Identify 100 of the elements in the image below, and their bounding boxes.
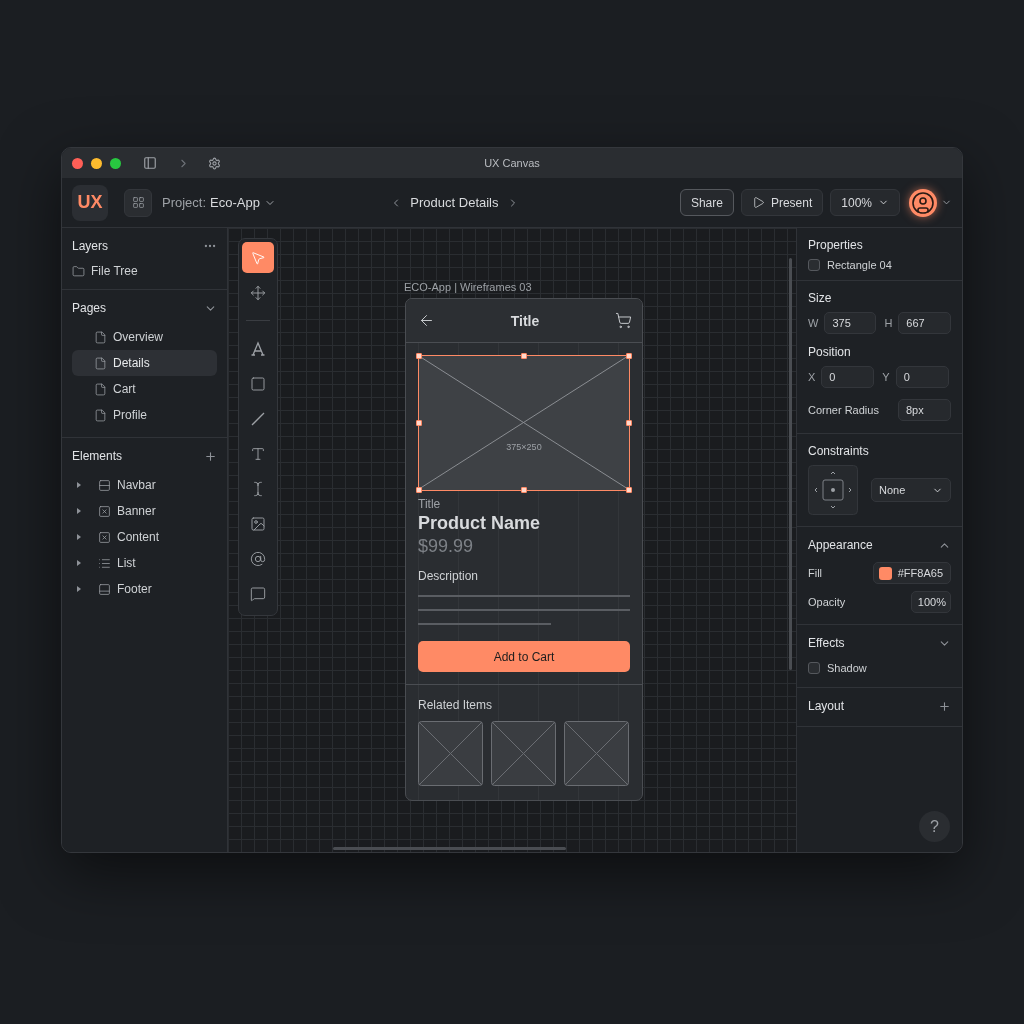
grid-icon bbox=[131, 196, 145, 209]
logo: UX bbox=[72, 184, 108, 221]
resize-handle[interactable] bbox=[416, 420, 422, 426]
tool-button[interactable] bbox=[242, 242, 274, 273]
page-item[interactable]: Details bbox=[72, 350, 217, 376]
resize-handle[interactable] bbox=[626, 353, 632, 359]
scrollbar[interactable] bbox=[333, 847, 566, 850]
checkbox-label: Shadow bbox=[827, 662, 867, 674]
project-menu[interactable]: Project: Eco-App bbox=[162, 195, 276, 210]
section-title: Size bbox=[808, 291, 833, 305]
add-button[interactable] bbox=[204, 449, 217, 463]
user-icon bbox=[911, 190, 935, 215]
frame-label: ECO-App | Wireframes 03 bbox=[404, 281, 533, 293]
expand-caret-icon[interactable] bbox=[76, 586, 82, 592]
product-name: Product Name bbox=[418, 513, 542, 534]
grid-button[interactable] bbox=[124, 188, 152, 217]
comment-icon bbox=[250, 585, 266, 602]
expand-caret-icon[interactable] bbox=[76, 482, 82, 488]
add-button[interactable] bbox=[938, 699, 951, 713]
at-sign-icon bbox=[250, 550, 266, 567]
phone-frame[interactable]: Title 375×250 Title Product Name $99.99 Description Add to Cart Related Items bbox=[405, 298, 643, 801]
resize-handle[interactable] bbox=[521, 353, 527, 359]
share-button[interactable]: Share bbox=[679, 189, 734, 216]
price: $99.99 bbox=[418, 536, 475, 557]
fill-color-field[interactable]: #FF8A65 bbox=[872, 562, 951, 584]
field-label: X bbox=[808, 371, 816, 383]
help-button[interactable]: ? bbox=[919, 811, 950, 842]
image-placeholder[interactable]: 375×250 bbox=[418, 355, 630, 491]
resize-handle[interactable] bbox=[416, 487, 422, 493]
canvas[interactable]: ECO-App | Wireframes 03 Title 375×250 Title Product Name $99.99 Description Add to Cart Related Items bbox=[228, 228, 796, 852]
file-tree-item[interactable]: File Tree bbox=[72, 262, 217, 280]
move-icon bbox=[250, 284, 266, 301]
close-button[interactable] bbox=[72, 157, 83, 169]
size-label: 375×250 bbox=[505, 442, 543, 452]
width-field[interactable]: 375 bbox=[824, 312, 877, 334]
navbar-icon bbox=[98, 478, 111, 492]
element-item[interactable]: Navbar bbox=[72, 472, 217, 498]
page-item[interactable]: Cart bbox=[72, 376, 217, 402]
opacity-field[interactable]: 100% bbox=[911, 591, 951, 613]
constraint-dropdown[interactable]: None bbox=[871, 478, 951, 502]
height-field[interactable]: 667 bbox=[898, 312, 952, 334]
line-icon bbox=[250, 410, 266, 427]
overline-text: Title bbox=[418, 497, 442, 511]
footer-icon bbox=[98, 582, 111, 596]
settings-icon[interactable] bbox=[208, 156, 221, 170]
avatar[interactable] bbox=[909, 188, 937, 217]
constraints-control[interactable] bbox=[808, 465, 858, 515]
expand-caret-icon[interactable] bbox=[76, 534, 82, 540]
list-icon bbox=[98, 556, 111, 570]
section-title: Layers bbox=[72, 239, 109, 253]
corner-radius-field[interactable]: 8px bbox=[898, 399, 951, 421]
pointer-icon bbox=[250, 249, 266, 266]
field-label: Fill bbox=[808, 567, 824, 579]
section-title: Appearance bbox=[808, 538, 873, 552]
cross-lines-icon bbox=[419, 356, 628, 489]
section-title: Pages bbox=[72, 301, 107, 315]
zoom-dropdown[interactable]: 100% bbox=[830, 189, 900, 216]
resize-handle[interactable] bbox=[416, 353, 422, 359]
section-title: Properties bbox=[808, 238, 864, 252]
element-item[interactable]: Content bbox=[72, 524, 217, 550]
present-button[interactable]: Present bbox=[740, 189, 824, 216]
element-item[interactable]: Footer bbox=[72, 576, 217, 602]
image-icon bbox=[250, 515, 266, 532]
section-title: Layout bbox=[808, 699, 845, 713]
expand-caret-icon[interactable] bbox=[76, 560, 82, 566]
window-title: UX Canvas bbox=[484, 157, 540, 169]
scrollbar[interactable] bbox=[789, 258, 792, 670]
text-icon bbox=[250, 445, 266, 462]
add-to-cart-button[interactable]: Add to Cart bbox=[418, 641, 630, 672]
section-title: Constraints bbox=[808, 444, 870, 458]
field-label: Corner Radius bbox=[808, 404, 880, 416]
description-label: Description bbox=[418, 569, 480, 583]
file-icon bbox=[94, 382, 107, 396]
minimize-button[interactable] bbox=[91, 157, 102, 169]
checkbox[interactable] bbox=[808, 259, 820, 271]
section-title: Position bbox=[808, 345, 852, 359]
page-item[interactable]: Profile bbox=[72, 402, 217, 428]
thumbnail-placeholder bbox=[564, 721, 629, 786]
placeholder-image-icon bbox=[98, 504, 111, 518]
expand-caret-icon[interactable] bbox=[76, 508, 82, 514]
field-label: H bbox=[884, 317, 893, 329]
file-icon bbox=[94, 330, 107, 344]
x-field[interactable]: 0 bbox=[821, 366, 875, 388]
thumbnail-placeholder bbox=[491, 721, 556, 786]
element-item[interactable]: Banner bbox=[72, 498, 217, 524]
resize-handle[interactable] bbox=[626, 420, 632, 426]
field-label: W bbox=[808, 317, 819, 329]
resize-handle[interactable] bbox=[626, 487, 632, 493]
element-item[interactable]: List bbox=[72, 550, 217, 576]
sidebar-icon[interactable] bbox=[143, 156, 157, 170]
resize-handle[interactable] bbox=[521, 487, 527, 493]
color-swatch bbox=[878, 566, 892, 580]
screen-title: Title bbox=[510, 312, 540, 329]
page-item[interactable]: Overview bbox=[72, 324, 217, 350]
page-title: Product Details bbox=[410, 195, 499, 210]
y-field[interactable]: 0 bbox=[895, 366, 949, 388]
checkbox[interactable] bbox=[808, 662, 820, 674]
maximize-button[interactable] bbox=[110, 157, 121, 169]
file-icon bbox=[94, 408, 107, 422]
layer-name: Rectangle 04 bbox=[827, 259, 892, 271]
